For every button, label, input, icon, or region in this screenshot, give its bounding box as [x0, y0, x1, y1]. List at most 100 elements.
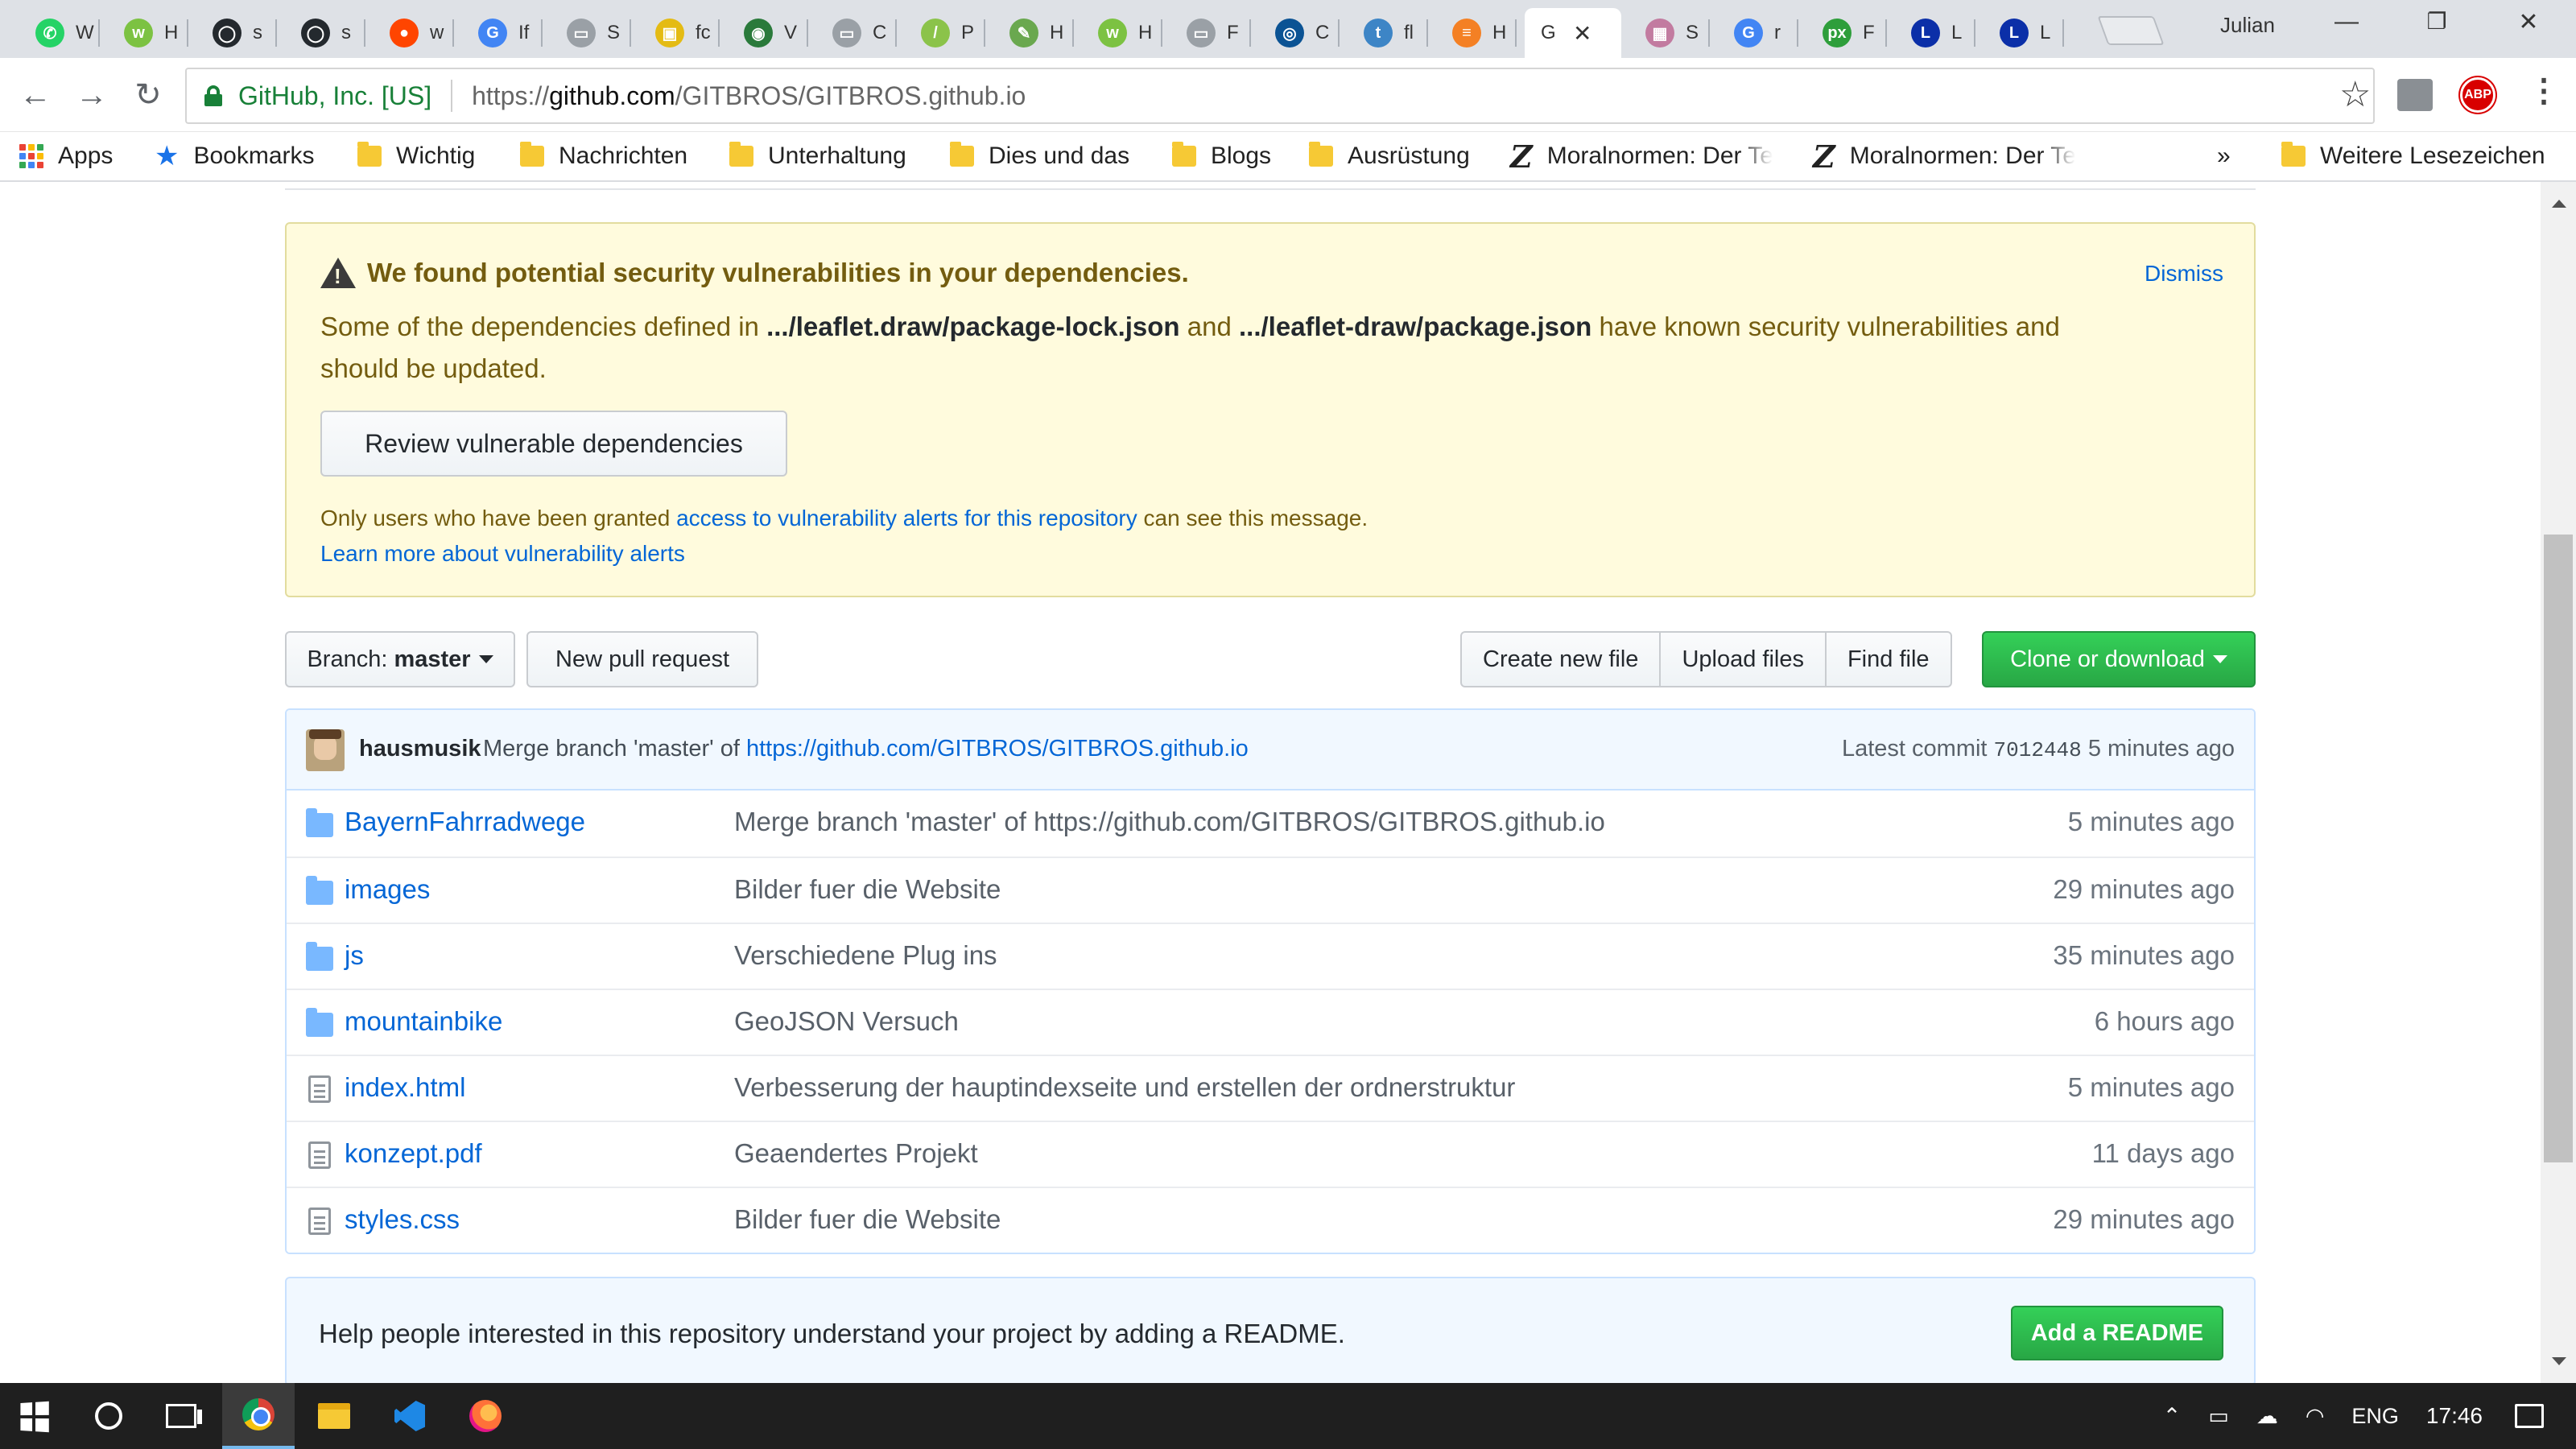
bookmark-star-icon[interactable]: ☆ [2339, 74, 2371, 115]
branch-select-button[interactable]: Branch: master [285, 631, 515, 687]
site-identity[interactable]: GitHub, Inc. [US] [238, 81, 431, 111]
browser-tab[interactable]: Gr [1718, 8, 1798, 58]
browser-tab[interactable]: ▭ F [1170, 8, 1251, 58]
browser-tab[interactable]: ● w [374, 8, 454, 58]
url-text[interactable]: https://github.com/GITBROS/GITBROS.githu… [472, 81, 1026, 111]
file-name-link[interactable]: index.html [345, 1072, 465, 1103]
clock[interactable]: 17:46 [2426, 1403, 2483, 1429]
wifi-icon[interactable]: ◠ [2306, 1404, 2325, 1429]
browser-tab[interactable]: t fl [1348, 8, 1428, 58]
browser-tab[interactable]: ≡ H [1436, 8, 1517, 58]
browser-tab[interactable]: LL [1895, 8, 1975, 58]
bookmark-item[interactable]: Z Moralnormen: Der Te [1510, 138, 1773, 175]
clone-download-button[interactable]: Clone or download [1982, 631, 2256, 687]
browser-tab[interactable]: ▣ fc [639, 8, 720, 58]
new-pull-request-button[interactable]: New pull request [526, 631, 758, 687]
bookmark-item[interactable]: Ausrüstung [1309, 140, 1470, 172]
chevron-up-icon[interactable]: ⌃ [2163, 1404, 2182, 1429]
file-commit-message[interactable]: GeoJSON Versuch [734, 1006, 959, 1037]
bookmark-item[interactable]: Z Moralnormen: Der Te [1813, 138, 2075, 175]
adblock-plus-icon[interactable]: ABP [2460, 77, 2496, 113]
file-name-link[interactable]: images [345, 874, 430, 905]
browser-tab[interactable]: ▭ S [551, 8, 631, 58]
file-name-link[interactable]: konzept.pdf [345, 1138, 482, 1169]
browser-tab[interactable]: ◉ V [728, 8, 808, 58]
language-indicator[interactable]: ENG [2351, 1404, 2399, 1429]
back-icon[interactable]: ← [16, 76, 55, 114]
task-view-icon[interactable] [145, 1383, 217, 1449]
file-name-link[interactable]: js [345, 940, 364, 971]
notifications-icon[interactable] [2515, 1404, 2544, 1428]
browser-tab[interactable]: ◯ s [196, 8, 277, 58]
learn-more-link[interactable]: Learn more about vulnerability alerts [320, 536, 685, 572]
file-commit-message[interactable]: Bilder fuer die Website [734, 874, 1001, 905]
close-window-icon[interactable]: ✕ [2500, 8, 2557, 36]
browser-tab[interactable]: wH [108, 8, 188, 58]
access-alerts-link[interactable]: access to vulnerability alerts for this … [676, 506, 1137, 530]
browser-tab[interactable]: ✎ H [993, 8, 1074, 58]
file-name-link[interactable]: styles.css [345, 1204, 460, 1235]
tab-divider [1974, 19, 1975, 47]
start-icon[interactable] [20, 1401, 49, 1433]
file-name-link[interactable]: BayernFahrradwege [345, 807, 585, 837]
commit-message-link[interactable]: https://github.com/GITBROS/GITBROS.githu… [746, 736, 1249, 762]
bookmark-item[interactable]: Nachrichten [520, 140, 687, 172]
browser-tab[interactable]: G If [462, 8, 543, 58]
bookmarks-overflow-icon[interactable]: » [2217, 140, 2231, 172]
review-dependencies-button[interactable]: Review vulnerable dependencies [320, 411, 787, 477]
file-commit-message[interactable]: Geaendertes Projekt [734, 1138, 978, 1169]
vscode-icon[interactable] [374, 1383, 446, 1449]
browser-tab[interactable]: wH [1082, 8, 1162, 58]
add-readme-button[interactable]: Add a README [2011, 1306, 2223, 1360]
find-file-button[interactable]: Find file [1824, 631, 1952, 687]
dismiss-button[interactable]: Dismiss [2145, 261, 2223, 287]
new-tab-button[interactable] [2097, 16, 2165, 45]
bookmark-item[interactable]: Unterhaltung [729, 140, 906, 172]
extension-icon[interactable] [2397, 79, 2433, 111]
battery-icon[interactable]: ▭ [2208, 1404, 2229, 1429]
bookmark-item[interactable]: Dies und das [950, 140, 1129, 172]
browser-menu-icon[interactable]: ⋮ [2528, 72, 2560, 109]
browser-tab[interactable]: / P [905, 8, 985, 58]
scroll-up-icon[interactable] [2552, 200, 2566, 208]
scroll-thumb[interactable] [2544, 535, 2573, 1162]
avatar[interactable] [306, 729, 345, 771]
lock-icon[interactable] [204, 85, 222, 106]
onedrive-icon[interactable]: ☁ [2256, 1404, 2278, 1429]
create-new-file-button[interactable]: Create new file [1460, 631, 1662, 687]
reload-icon[interactable]: ↻ [129, 76, 167, 114]
bookmark-item[interactable]: Wichtig [357, 140, 475, 172]
browser-tab[interactable]: LL [1984, 8, 2064, 58]
file-explorer-icon[interactable] [298, 1383, 370, 1449]
firefox-icon[interactable] [449, 1383, 522, 1449]
tab-close-icon[interactable]: ✕ [1573, 20, 1591, 47]
browser-tab[interactable]: ▭ C [816, 8, 897, 58]
restore-icon[interactable]: ❐ [2409, 8, 2465, 35]
commit-sha[interactable]: 7012448 [1994, 738, 2082, 762]
browser-tab[interactable]: ✆ W [19, 8, 100, 58]
bookmark-item[interactable]: ★ Bookmarks [155, 140, 315, 172]
chrome-taskbar-icon[interactable] [222, 1383, 295, 1449]
file-commit-message[interactable]: Verbesserung der hauptindexseite und ers… [734, 1072, 1515, 1103]
file-commit-message[interactable]: Bilder fuer die Website [734, 1204, 1001, 1235]
file-commit-message[interactable]: Verschiedene Plug ins [734, 940, 997, 971]
browser-tab[interactable]: G ✕ [1525, 8, 1621, 58]
browser-tab[interactable]: ▦ S [1629, 8, 1710, 58]
profile-name[interactable]: Julian [2220, 13, 2275, 38]
minimize-icon[interactable]: — [2318, 8, 2375, 35]
browser-tab[interactable]: ◯ s [285, 8, 365, 58]
bookmark-item[interactable]: Blogs [1172, 140, 1271, 172]
page-scrollbar[interactable] [2541, 182, 2576, 1383]
file-commit-message[interactable]: Merge branch 'master' of https://github.… [734, 807, 1605, 837]
commit-author[interactable]: hausmusik [359, 736, 481, 762]
browser-tab[interactable]: px F [1806, 8, 1887, 58]
forward-icon[interactable]: → [72, 76, 111, 114]
address-bar[interactable]: GitHub, Inc. [US] https://github.com/GIT… [185, 68, 2375, 124]
scroll-down-icon[interactable] [2552, 1357, 2566, 1365]
other-bookmarks[interactable]: Weitere Lesezeichen [2281, 140, 2545, 172]
file-name-link[interactable]: mountainbike [345, 1006, 502, 1037]
upload-files-button[interactable]: Upload files [1659, 631, 1827, 687]
search-icon[interactable] [72, 1383, 145, 1449]
browser-tab[interactable]: ◎ C [1259, 8, 1340, 58]
bookmark-item[interactable]: Apps [19, 140, 113, 172]
